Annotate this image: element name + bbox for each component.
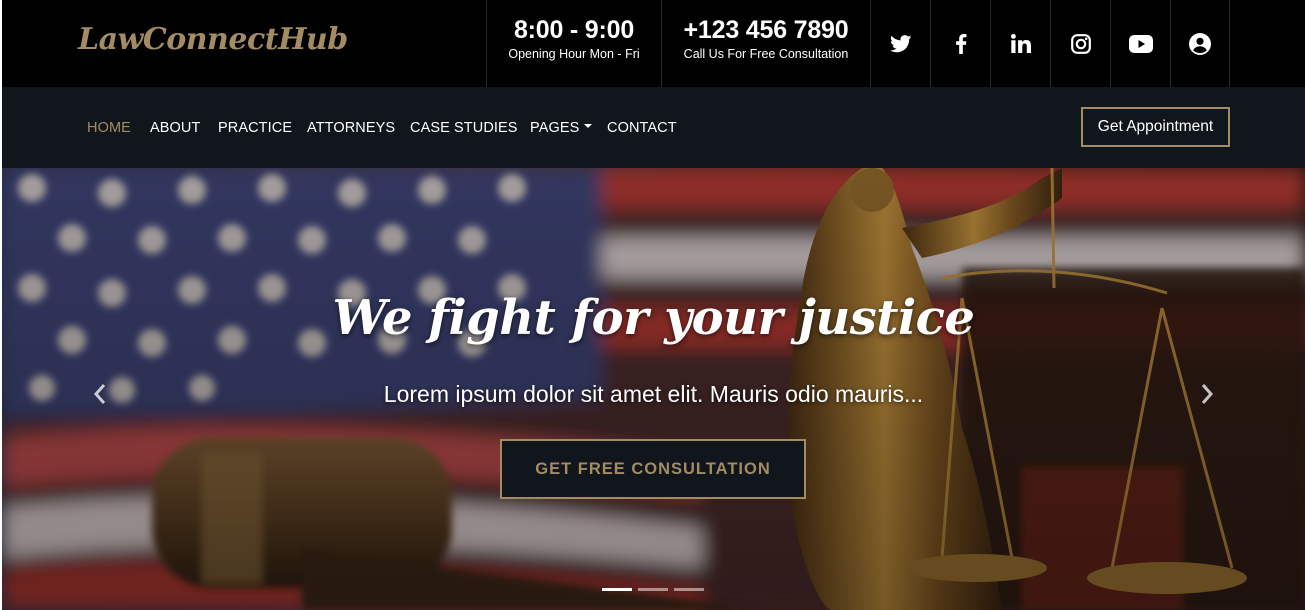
carousel-next-icon[interactable]: [1195, 382, 1219, 406]
facebook-icon[interactable]: [930, 0, 990, 87]
chevron-down-icon: [584, 124, 593, 129]
user-icon[interactable]: [1170, 0, 1230, 87]
opening-hours: 8:00 - 9:00 Opening Hour Mon - Fri: [486, 0, 661, 87]
carousel-indicator-2[interactable]: [638, 588, 668, 591]
get-free-consultation-button[interactable]: GET FREE CONSULTATION: [500, 439, 806, 499]
nav-pages-dropdown[interactable]: PAGES: [530, 120, 593, 136]
opening-hours-value: 8:00 - 9:00: [513, 16, 635, 44]
nav-about[interactable]: ABOUT: [150, 120, 200, 136]
phone-contact: +123 456 7890 Call Us For Free Consultat…: [661, 0, 870, 87]
phone-number[interactable]: +123 456 7890: [662, 16, 870, 45]
youtube-icon[interactable]: [1110, 0, 1170, 87]
carousel-indicators: [602, 588, 704, 591]
linkedin-icon[interactable]: [990, 0, 1050, 87]
nav-case-studies[interactable]: CASE STUDIES: [410, 120, 518, 136]
nav-practice[interactable]: PRACTICE: [218, 120, 292, 136]
opening-hours-label: Opening Hour Mon - Fri: [508, 47, 640, 61]
get-appointment-button[interactable]: Get Appointment: [1081, 107, 1230, 147]
nav-home[interactable]: HOME: [87, 120, 131, 136]
instagram-icon[interactable]: [1050, 0, 1110, 87]
hero-carousel: We fight for your justice Lorem ipsum do…: [2, 168, 1305, 610]
nav-attorneys[interactable]: ATTORNEYS: [307, 120, 395, 136]
main-navigation: HOME ABOUT PRACTICE ATTORNEYS CASE STUDI…: [2, 87, 1305, 168]
hero-title: We fight for your justice: [332, 290, 975, 346]
top-bar: LawConnectHub 8:00 - 9:00 Opening Hour M…: [2, 0, 1305, 87]
carousel-indicator-3[interactable]: [674, 588, 704, 591]
brand-logo[interactable]: LawConnectHub: [78, 22, 348, 57]
carousel-prev-icon[interactable]: [88, 382, 112, 406]
carousel-indicator-1[interactable]: [602, 588, 632, 591]
nav-contact[interactable]: CONTACT: [607, 120, 677, 136]
hero-subtitle: Lorem ipsum dolor sit amet elit. Mauris …: [383, 381, 924, 407]
twitter-icon[interactable]: [870, 0, 930, 87]
nav-pages-label: PAGES: [530, 120, 580, 136]
phone-label: Call Us For Free Consultation: [683, 47, 849, 61]
